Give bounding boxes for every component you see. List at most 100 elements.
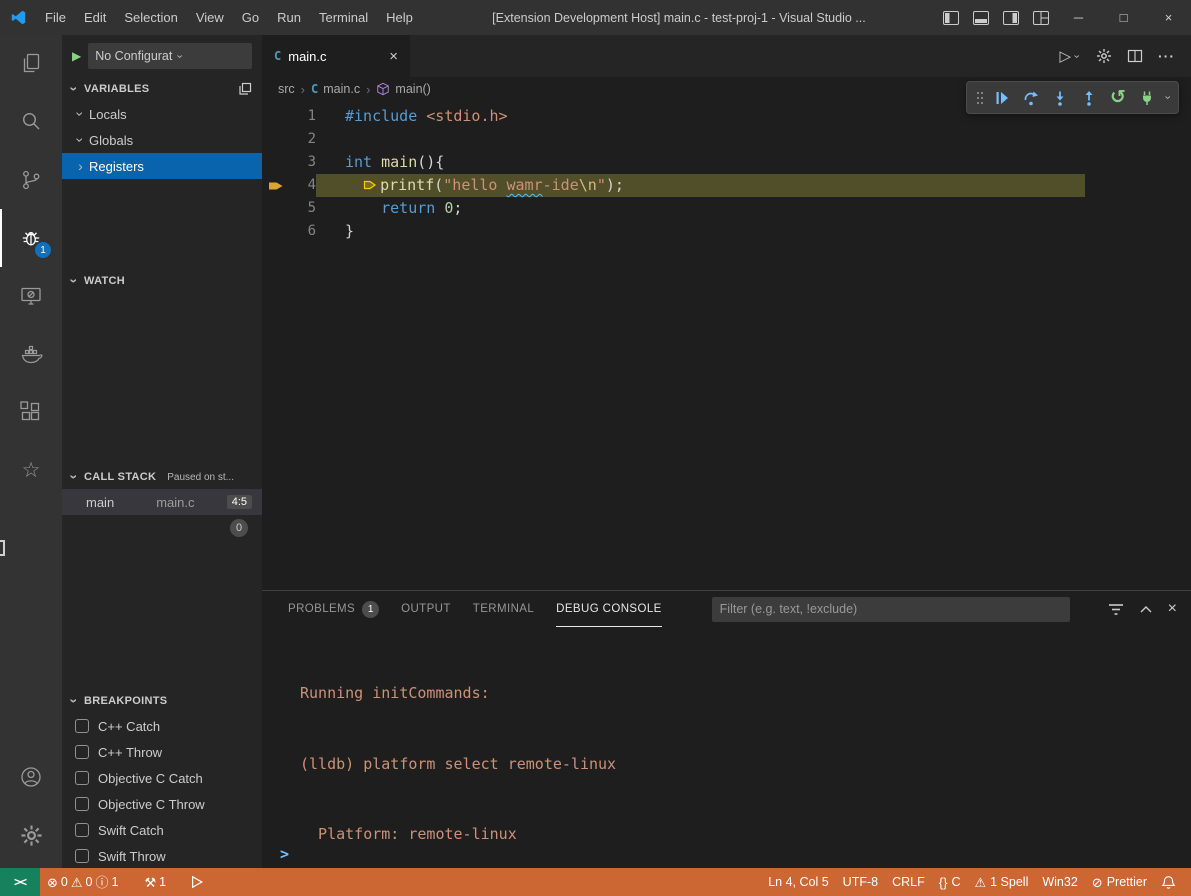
notifications-bell[interactable]	[1154, 868, 1183, 896]
checkbox[interactable]	[75, 797, 89, 811]
checkbox[interactable]	[75, 771, 89, 785]
maximize-panel-icon[interactable]	[1139, 603, 1153, 615]
code-line[interactable]: 3 int main(){	[262, 151, 1191, 174]
breakpoint-margin[interactable]	[262, 197, 290, 220]
breakpoints-section-header[interactable]: › BREAKPOINTS	[62, 689, 262, 713]
close-button[interactable]: ×	[1146, 0, 1191, 35]
docker-icon[interactable]	[0, 325, 62, 383]
breakpoint-margin[interactable]	[262, 151, 290, 174]
breakpoint-item[interactable]: C++ Catch	[62, 713, 262, 739]
checkbox[interactable]	[75, 823, 89, 837]
checkbox[interactable]	[75, 719, 89, 733]
favorites-star-icon[interactable]: ☆	[0, 441, 62, 499]
encoding-status[interactable]: UTF-8	[836, 868, 885, 896]
console-filter-input[interactable]	[720, 602, 1062, 616]
extensions-icon[interactable]	[0, 383, 62, 441]
platform-status[interactable]: Win32	[1035, 868, 1084, 896]
menu-file[interactable]: File	[36, 0, 75, 35]
toggle-sidebar-icon[interactable]	[936, 0, 966, 35]
breakpoint-margin[interactable]	[262, 174, 290, 197]
step-over-button[interactable]	[1017, 84, 1045, 112]
source-control-icon[interactable]	[0, 151, 62, 209]
maximize-button[interactable]: □	[1101, 0, 1146, 35]
account-icon[interactable]	[0, 748, 62, 806]
tab-close-icon[interactable]: ×	[389, 49, 398, 64]
breakpoint-margin[interactable]	[262, 105, 290, 128]
breakpoint-item[interactable]: Objective C Catch	[62, 765, 262, 791]
breadcrumb-file[interactable]: C main.c	[311, 82, 360, 96]
step-out-button[interactable]	[1075, 84, 1103, 112]
split-editor-icon[interactable]	[1127, 48, 1143, 64]
language-mode[interactable]: {} C	[932, 868, 968, 896]
breadcrumb-symbol[interactable]: main()	[376, 82, 430, 96]
code-line-current[interactable]: 4 printf("hello wamr-ide\n");	[262, 174, 1191, 197]
code-line[interactable]: 5 return 0;	[262, 197, 1191, 220]
remote-explorer-icon[interactable]	[0, 267, 62, 325]
variables-section-header[interactable]: › VARIABLES	[62, 77, 262, 101]
toolbar-drag-handle[interactable]	[973, 84, 987, 112]
formatter-status[interactable]: ⊘ Prettier	[1085, 868, 1154, 896]
code-editor[interactable]: 1 #include <stdio.h> 2 3 int main(){	[262, 101, 1191, 590]
tab-problems[interactable]: PROBLEMS 1	[288, 591, 379, 627]
step-into-button[interactable]	[1046, 84, 1074, 112]
debug-session-chevron-icon[interactable]: ›	[1162, 93, 1173, 103]
stack-frame-row[interactable]: main main.c 4:5	[62, 489, 262, 515]
debug-status[interactable]	[183, 868, 211, 896]
run-file-button[interactable]: ▷›	[1059, 47, 1081, 65]
breadcrumb-folder[interactable]: src	[278, 82, 295, 96]
tab-main-c[interactable]: C main.c ×	[262, 35, 410, 77]
run-and-debug-icon[interactable]: 1	[0, 209, 62, 267]
tab-terminal[interactable]: TERMINAL	[473, 591, 534, 627]
breakpoint-item[interactable]: Swift Catch	[62, 817, 262, 843]
tree-item-registers[interactable]: › Registers	[62, 153, 262, 179]
tree-item-locals[interactable]: › Locals	[62, 101, 262, 127]
breakpoint-label: Swift Throw	[98, 849, 166, 864]
disconnect-button[interactable]	[1133, 84, 1161, 112]
console-input-prompt[interactable]: >	[280, 845, 289, 863]
problems-status[interactable]: ⊗ 0 ⚠ 0 ⓘ 1	[40, 868, 125, 896]
search-icon[interactable]	[0, 93, 62, 151]
collapse-all-icon[interactable]	[238, 82, 256, 96]
toggle-secondary-sidebar-icon[interactable]	[996, 0, 1026, 35]
close-panel-icon[interactable]: ×	[1168, 600, 1177, 618]
filter-lines-icon[interactable]	[1108, 602, 1124, 616]
menu-help[interactable]: Help	[377, 0, 422, 35]
eol-status[interactable]: CRLF	[885, 868, 932, 896]
toggle-panel-icon[interactable]	[966, 0, 996, 35]
checkbox[interactable]	[75, 849, 89, 863]
call-stack-section-header[interactable]: › CALL STACK Paused on st...	[62, 465, 262, 489]
menu-view[interactable]: View	[187, 0, 233, 35]
debug-config-dropdown[interactable]: No Configurat ›	[88, 43, 252, 69]
restart-button[interactable]: ↺	[1104, 84, 1132, 112]
watch-section-header[interactable]: › WATCH	[62, 269, 262, 293]
c-file-icon: C	[274, 49, 281, 63]
explorer-icon[interactable]	[0, 35, 62, 93]
minimize-button[interactable]: ─	[1056, 0, 1101, 35]
remote-indicator[interactable]: ><	[0, 868, 40, 896]
tree-item-globals[interactable]: › Globals	[62, 127, 262, 153]
breakpoint-margin[interactable]	[262, 128, 290, 151]
breakpoint-margin[interactable]	[262, 220, 290, 243]
tab-debug-console[interactable]: DEBUG CONSOLE	[556, 591, 662, 627]
breakpoint-item[interactable]: C++ Throw	[62, 739, 262, 765]
start-debugging-icon[interactable]: ▶	[72, 49, 81, 63]
editor-settings-gear-icon[interactable]	[1096, 48, 1112, 64]
tools-status[interactable]: ⚒ 1	[137, 868, 173, 896]
code-line[interactable]: 6 }	[262, 220, 1191, 243]
more-actions-icon[interactable]: ···	[1158, 48, 1175, 64]
breakpoint-item[interactable]: Swift Throw	[62, 843, 262, 868]
checkbox[interactable]	[75, 745, 89, 759]
cursor-position[interactable]: Ln 4, Col 5	[761, 868, 835, 896]
menu-run[interactable]: Run	[268, 0, 310, 35]
menu-selection[interactable]: Selection	[115, 0, 186, 35]
tab-output[interactable]: OUTPUT	[401, 591, 451, 627]
settings-gear-icon[interactable]	[0, 806, 62, 864]
code-line[interactable]: 2	[262, 128, 1191, 151]
spell-checker-status[interactable]: ⚠ 1 Spell	[967, 868, 1035, 896]
continue-button[interactable]	[988, 84, 1016, 112]
menu-terminal[interactable]: Terminal	[310, 0, 377, 35]
menu-edit[interactable]: Edit	[75, 0, 115, 35]
menu-go[interactable]: Go	[233, 0, 268, 35]
customize-layout-icon[interactable]	[1026, 0, 1056, 35]
breakpoint-item[interactable]: Objective C Throw	[62, 791, 262, 817]
